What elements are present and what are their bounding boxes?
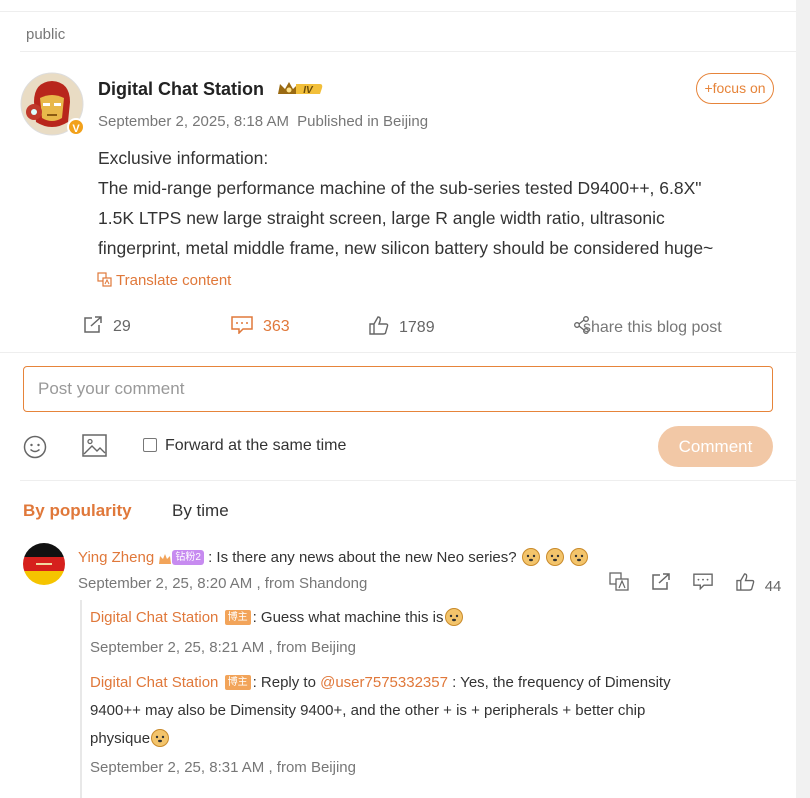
top-divider: [0, 11, 796, 12]
smiley-icon: [23, 435, 47, 459]
reply-text: : Yes, the frequency of Dimensity: [447, 674, 671, 691]
scrollbar[interactable]: [796, 0, 810, 798]
thumbs-up-icon: [369, 316, 389, 335]
reply-line: Digital Chat Station 博主: Reply to @user7…: [90, 669, 750, 697]
level-badge-text: IV: [303, 85, 314, 96]
doge-emoji-icon: [570, 548, 589, 566]
post-line: 1.5K LTPS new large straight screen, lar…: [98, 208, 665, 228]
post-location: Published in Beijing: [297, 113, 429, 130]
post-line: fingerprint, metal middle frame, new sil…: [98, 238, 714, 258]
comment-username[interactable]: Ying Zheng: [78, 549, 154, 566]
reply-comment-button[interactable]: [693, 573, 714, 594]
repost-icon: [84, 316, 102, 333]
post-date: September 2, 2025, 8:18 AM: [98, 113, 289, 130]
reply-line: 9400++ may also be Dimensity 9400+, and …: [90, 702, 646, 719]
verified-badge: V: [67, 118, 85, 136]
forward-option: Forward at the same time: [143, 437, 346, 455]
comment-meta: September 2, 25, 8:20 AM , from Shandong: [78, 575, 368, 592]
post-author-name[interactable]: Digital Chat Station: [98, 79, 264, 100]
divider: [20, 51, 796, 52]
reply-line: physique: [90, 725, 750, 753]
phone-avatar-icon: [23, 543, 65, 585]
host-badge: 博主: [224, 675, 251, 690]
image-icon: [82, 434, 107, 457]
post-body: Exclusive information: The mid-range per…: [98, 143, 778, 263]
doge-emoji-icon: [521, 548, 540, 566]
post-meta: September 2, 2025, 8:18 AM Published in …: [98, 113, 428, 130]
comment-line: Ying Zheng 钻粉2 : Is there any news about…: [78, 546, 589, 566]
like-comment-button[interactable]: 44: [735, 572, 782, 595]
visibility-label: public: [26, 26, 66, 43]
doge-emoji-icon: [444, 608, 463, 626]
forward-label: Forward at the same time: [165, 437, 347, 454]
reply-meta: September 2, 25, 8:31 AM , from Beijing: [90, 759, 356, 776]
like-count: 1789: [399, 319, 435, 336]
forward-checkbox[interactable]: [143, 438, 157, 452]
reply-thread-line: [80, 600, 82, 798]
reply-username[interactable]: Digital Chat Station: [90, 674, 218, 691]
tab-by-time[interactable]: By time: [172, 501, 229, 521]
reply-text: physique: [90, 730, 151, 747]
share-button[interactable]: share this blog post: [573, 316, 722, 337]
thumbs-up-icon: [735, 572, 754, 591]
divider: [20, 480, 796, 481]
reply-prefix: : Reply to: [252, 674, 321, 691]
reply-meta: September 2, 25, 8:21 AM , from Beijing: [90, 639, 356, 656]
comment-icon: [231, 316, 253, 335]
share-label: share this blog post: [583, 319, 722, 336]
comment-count: 363: [263, 318, 290, 335]
reply-username[interactable]: Digital Chat Station: [90, 609, 218, 626]
submit-comment-button[interactable]: Comment: [658, 426, 773, 467]
post-line: The mid-range performance machine of the…: [98, 178, 702, 198]
follow-button[interactable]: +focus on: [696, 73, 774, 104]
reply-item: Digital Chat Station 博主: Guess what mach…: [90, 604, 750, 632]
commenter-avatar[interactable]: [23, 543, 65, 585]
fan-crown-icon: [159, 554, 172, 564]
comment-toolbar: 44: [609, 572, 781, 595]
tab-by-popularity[interactable]: By popularity: [23, 501, 132, 521]
repost-count: 29: [113, 318, 131, 335]
comment-icon: [693, 573, 714, 591]
reply-text: : Guess what machine this is: [252, 609, 444, 626]
doge-emoji-icon: [151, 729, 170, 747]
like-button[interactable]: 1789: [369, 316, 435, 337]
divider: [0, 352, 796, 353]
translate-label: Translate content: [116, 272, 232, 289]
doge-emoji-icon: [545, 548, 564, 566]
translate-icon: [97, 272, 112, 287]
post-line: Exclusive information:: [98, 148, 269, 168]
comment-text: : Is there any news about the new Neo se…: [208, 549, 517, 566]
comment-like-count: 44: [764, 577, 782, 595]
image-button[interactable]: [82, 434, 107, 462]
mention-link[interactable]: @user7575332357: [320, 674, 448, 691]
repost-button[interactable]: 29: [83, 316, 131, 336]
reply-item: Digital Chat Station 博主: Reply to @user7…: [90, 669, 750, 753]
host-badge: 博主: [224, 610, 251, 625]
author-avatar[interactable]: V: [20, 72, 85, 136]
translate-icon: [609, 572, 629, 591]
fan-level-badge: 钻粉2: [172, 550, 204, 565]
emoji-button[interactable]: [23, 435, 47, 464]
comment-input[interactable]: [23, 366, 773, 412]
comments-button[interactable]: 363: [231, 316, 290, 336]
translate-comment-button[interactable]: [609, 572, 629, 595]
translate-content-link[interactable]: Translate content: [97, 272, 231, 289]
repost-icon: [652, 572, 670, 590]
vip-crown-icon: IV: [278, 82, 323, 96]
doge-emoji-group: [521, 548, 589, 566]
repost-comment-button[interactable]: [651, 572, 671, 595]
